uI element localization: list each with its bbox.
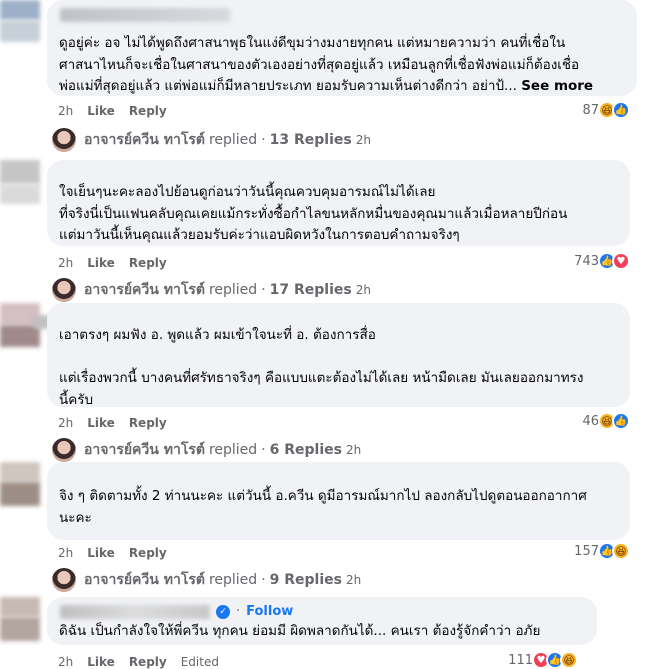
reply-author: อาจารย์ควีน ทาโรต์ [84, 442, 205, 458]
reply-dot: · [261, 572, 266, 588]
comment-text: เอาตรงๆ ผมฟัง อ. พูดแล้ว ผมเข้าใจนะที่ อ… [59, 327, 584, 408]
comment-text: ดิฉัน เป็นกำลังใจให้พี่ควีน ทุกคน ย่อมมี… [59, 623, 541, 639]
reply-time: 2h [355, 133, 371, 147]
commenter-header: ✓ · Follow [60, 604, 293, 619]
reply-button[interactable]: Reply [129, 256, 167, 270]
edited-label[interactable]: Edited [181, 655, 219, 669]
reply-dot: · [261, 442, 266, 458]
reply-author: อาจารย์ควีน ทาโรต์ [84, 132, 205, 148]
heart-icon: ♥ [612, 252, 630, 270]
comment-bubble: เอาตรงๆ ผมฟัง อ. พูดแล้ว ผมเข้าใจนะที่ อ… [47, 303, 630, 408]
avatar [52, 128, 76, 152]
reaction-summary[interactable]: 87 😆 👍 [582, 101, 630, 119]
comment-time[interactable]: 2h [58, 546, 73, 560]
comment-time[interactable]: 2h [58, 104, 73, 118]
reply-verb: replied [208, 572, 258, 588]
replies-count: 9 Replies [269, 572, 342, 588]
see-more-link[interactable]: See more [521, 78, 593, 94]
comment-bubble: ใจเย็นๆนะคะลองไปย้อนดูก่อนว่าวันนี้คุณคว… [47, 160, 630, 246]
reaction-count: 111 [508, 652, 533, 668]
reaction-summary[interactable]: 46 😆 👍 [582, 412, 630, 430]
view-replies-link[interactable]: อาจารย์ควีน ทาโรต์ replied · 13 Replies … [52, 128, 371, 152]
reaction-summary[interactable]: 157 👍 😆 [574, 542, 630, 560]
comment-time[interactable]: 2h [58, 256, 73, 270]
comment-time[interactable]: 2h [58, 655, 73, 669]
thumbs-up-icon: 👍 [612, 101, 630, 119]
comment-text: ใจเย็นๆนะคะลองไปย้อนดูก่อนว่าวันนี้คุณคว… [59, 184, 568, 243]
avatar[interactable] [0, 0, 40, 42]
reply-verb: replied [208, 282, 258, 298]
view-replies-link[interactable]: อาจารย์ควีน ทาโรต์ replied · 9 Replies 2… [52, 568, 361, 592]
thumbs-up-icon: 👍 [612, 412, 630, 430]
reaction-summary[interactable]: 743 👍 ♥ [574, 252, 630, 270]
view-replies-link[interactable]: อาจารย์ควีน ทาโรต์ replied · 17 Replies … [52, 278, 371, 302]
follow-button[interactable]: Follow [246, 604, 293, 619]
reply-dot: · [261, 132, 266, 148]
replies-count: 13 Replies [269, 132, 352, 148]
verified-badge-icon: ✓ [216, 604, 230, 619]
laugh-icon: 😆 [560, 651, 578, 669]
reaction-count: 743 [574, 253, 599, 269]
reply-verb: replied [208, 132, 258, 148]
laugh-icon: 😆 [612, 542, 630, 560]
commenter-name[interactable] [60, 8, 230, 22]
comment-text: จิง ๆ ติดตามทั้ง 2 ท่านนะคะ แต่วันนี้ อ.… [59, 488, 587, 526]
replies-count: 6 Replies [269, 442, 342, 458]
comment-actions: 2h Like Reply [58, 104, 167, 118]
avatar [52, 278, 76, 302]
reply-verb: replied [208, 442, 258, 458]
reply-author: อาจารย์ควีน ทาโรต์ [84, 282, 205, 298]
comment-text: ดูอยู่ค่ะ อจ ไม่ได้พูดถึงศาสนาพุธในแง่ดี… [59, 35, 594, 94]
comment-actions: 2h Like Reply Edited [58, 655, 219, 669]
comment-time[interactable]: 2h [58, 416, 73, 430]
reply-button[interactable]: Reply [129, 104, 167, 118]
comment-bubble: จิง ๆ ติดตามทั้ง 2 ท่านนะคะ แต่วันนี้ อ.… [47, 462, 630, 540]
follow-dot: · [236, 604, 241, 619]
comment-actions: 2h Like Reply [58, 416, 167, 430]
avatar [52, 568, 76, 592]
reply-author: อาจารย์ควีน ทาโรต์ [84, 572, 205, 588]
reply-time: 2h [355, 283, 371, 297]
avatar[interactable] [0, 597, 40, 641]
reaction-count: 157 [574, 543, 599, 559]
avatar [52, 438, 76, 462]
reply-time: 2h [345, 443, 362, 457]
reply-button[interactable]: Reply [129, 546, 167, 560]
reply-button[interactable]: Reply [129, 416, 167, 430]
like-button[interactable]: Like [87, 416, 115, 430]
like-button[interactable]: Like [87, 655, 115, 669]
like-button[interactable]: Like [87, 256, 115, 270]
avatar[interactable] [0, 462, 40, 506]
view-replies-link[interactable]: อาจารย์ควีน ทาโรต์ replied · 6 Replies 2… [52, 438, 361, 462]
avatar[interactable] [0, 160, 40, 204]
like-button[interactable]: Like [87, 546, 115, 560]
commenter-name[interactable] [60, 604, 210, 619]
reaction-summary[interactable]: 111 ♥ 👍 😆 [508, 651, 578, 669]
reply-time: 2h [345, 573, 362, 587]
like-button[interactable]: Like [87, 104, 115, 118]
reply-button[interactable]: Reply [129, 655, 167, 669]
comment-actions: 2h Like Reply [58, 546, 167, 560]
reaction-count: 87 [582, 102, 599, 118]
reply-dot: · [261, 282, 266, 298]
reaction-count: 46 [582, 413, 599, 429]
comment-actions: 2h Like Reply [58, 256, 167, 270]
replies-count: 17 Replies [269, 282, 352, 298]
